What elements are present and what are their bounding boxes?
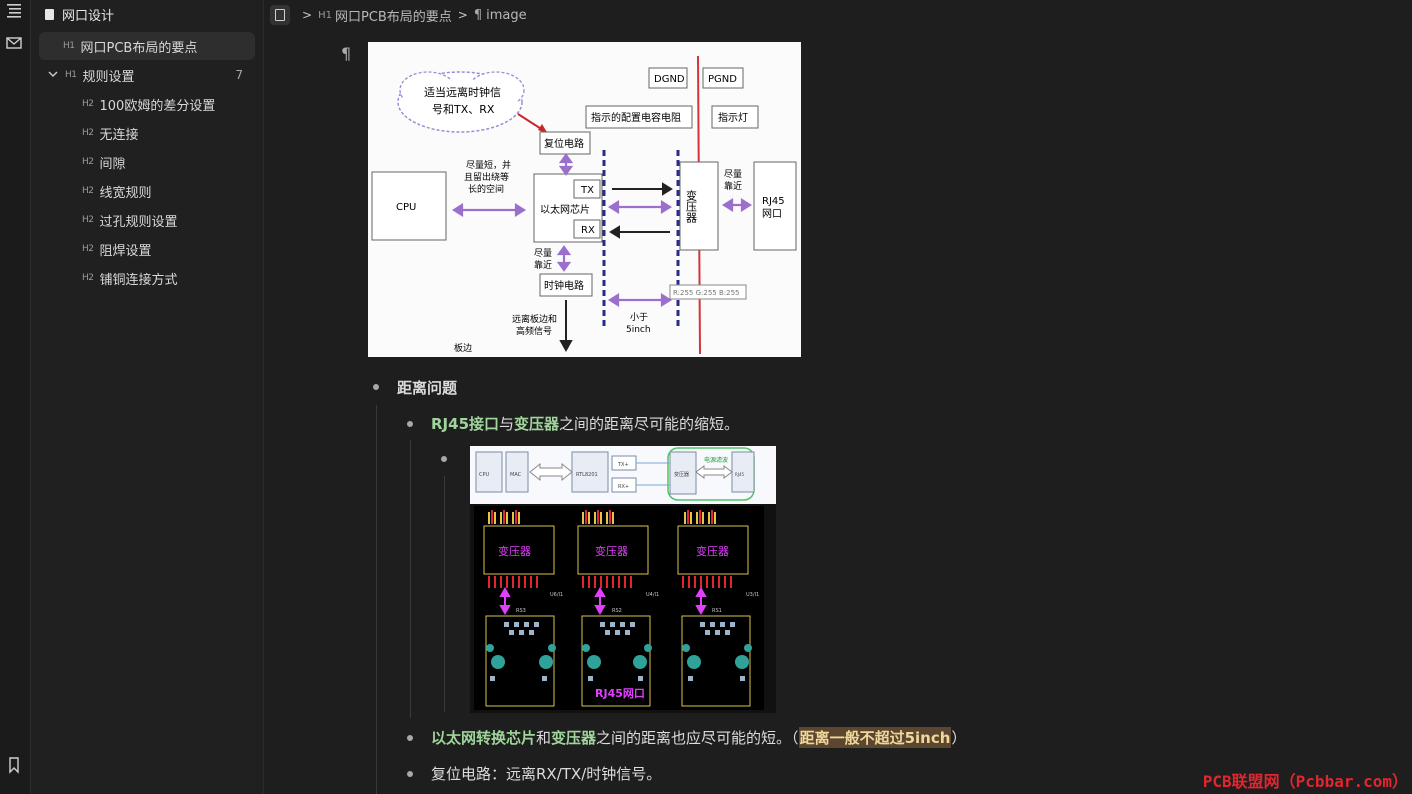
svg-text:时钟电路: 时钟电路	[544, 279, 584, 292]
chevron-right-icon: >	[457, 8, 468, 22]
svg-text:尽量: 尽量	[534, 248, 552, 259]
page-icon[interactable]	[270, 5, 290, 25]
svg-text:复位电路: 复位电路	[544, 137, 584, 150]
svg-text:小于: 小于	[630, 312, 648, 323]
chevron-right-icon: >	[302, 8, 313, 22]
outline-item-noconnect[interactable]: H2 无连接	[39, 119, 255, 147]
svg-text:RS1: RS1	[712, 608, 722, 614]
svg-text:RJ45: RJ45	[762, 196, 785, 207]
list-item: 复位电路：远离RX/TX/时钟信号。	[431, 765, 662, 783]
outline-item-clearance[interactable]: H2 间隙	[39, 148, 255, 176]
bookmark-icon[interactable]	[4, 755, 24, 775]
svg-text:RTL8201: RTL8201	[576, 472, 598, 478]
svg-text:号和TX、RX: 号和TX、RX	[432, 103, 495, 116]
chevron-down-icon[interactable]	[47, 68, 61, 83]
outline-item-via[interactable]: H2 过孔规则设置	[39, 206, 255, 234]
svg-text:5inch: 5inch	[626, 325, 651, 335]
svg-text:指示的配置电容电阻: 指示的配置电容电阻	[591, 111, 681, 124]
watermark: PCB联盟网（Pcbbar.com）	[1202, 772, 1408, 791]
svg-text:靠近: 靠近	[724, 180, 742, 192]
svg-text:RJ45网口: RJ45网口	[595, 687, 645, 700]
svg-text:TX+: TX+	[617, 462, 629, 468]
svg-text:远离板边和: 远离板边和	[512, 313, 557, 325]
svg-text:RX+: RX+	[618, 484, 629, 490]
breadcrumb-heading[interactable]: 网口PCB布局的要点	[335, 6, 452, 25]
bullet-dot	[373, 384, 379, 390]
svg-text:靠近: 靠近	[534, 259, 552, 271]
layout-diagram-image: 适当远离时钟信 号和TX、RX DGND PGND 指示的配置电容电阻 指示灯 …	[368, 42, 801, 357]
svg-text:RJ45: RJ45	[735, 472, 745, 477]
svg-text:U3/I1: U3/I1	[746, 592, 759, 598]
svg-text:电源滤波: 电源滤波	[704, 456, 728, 464]
list-item: RJ45接口 与 变压器 之间的距离尽可能的缩短。	[431, 415, 740, 433]
svg-text:U6/I1: U6/I1	[550, 592, 563, 598]
outline-doc-title[interactable]: 网口设计	[45, 4, 114, 24]
outline-item-rules[interactable]: H1 规则设置 7	[39, 61, 255, 89]
svg-text:DGND: DGND	[654, 74, 685, 85]
svg-text:PGND: PGND	[708, 74, 737, 85]
outline-item-diff[interactable]: H2 100欧姆的差分设置	[39, 90, 255, 118]
list-item: 距离问题	[397, 379, 458, 397]
bullet-dot	[407, 735, 413, 741]
svg-text:TX: TX	[580, 185, 594, 196]
svg-text:网口: 网口	[762, 208, 782, 220]
svg-text:变压器: 变压器	[696, 544, 729, 558]
list-guide	[444, 476, 445, 712]
bullet-dot	[407, 421, 413, 427]
svg-text:尽量: 尽量	[724, 169, 742, 180]
svg-text:板边: 板边	[454, 342, 472, 354]
bullet-dot	[441, 456, 447, 462]
bullet-dot	[407, 771, 413, 777]
svg-text:指示灯: 指示灯	[718, 111, 748, 124]
outline-count: 7	[235, 68, 243, 82]
svg-text:以太网芯片: 以太网芯片	[540, 203, 590, 216]
svg-text:长的空间: 长的空间	[468, 183, 504, 195]
outline-item-width[interactable]: H2 线宽规则	[39, 177, 255, 205]
breadcrumb: > H1 网口PCB布局的要点 > ¶ image	[270, 2, 527, 28]
svg-text:U4/I1: U4/I1	[646, 592, 659, 598]
outline-icon[interactable]	[4, 0, 24, 20]
svg-text:高频信号: 高频信号	[516, 325, 552, 337]
svg-text:变压器: 变压器	[674, 471, 689, 478]
pilcrow-icon: ¶	[473, 7, 483, 23]
svg-text:CPU: CPU	[396, 202, 416, 213]
list-item: 以太网转换芯片 和 变压器 之间的距离也应尽可能的短。（ 距离一般不超过5inc…	[431, 727, 967, 748]
document-icon	[45, 8, 54, 20]
pcb-layout-image: CPU MAC RTL8201 TX+ RX+ 变压器 电源滤波 RJ45 变压…	[470, 446, 776, 713]
svg-text:变压器: 变压器	[498, 544, 531, 558]
outline-item-mask[interactable]: H2 阻焊设置	[39, 235, 255, 263]
outline-item-layout[interactable]: H1 网口PCB布局的要点	[39, 32, 255, 60]
list-guide	[376, 405, 377, 794]
svg-text:MAC: MAC	[510, 472, 522, 478]
svg-text:适当远离时钟信: 适当远离时钟信	[424, 85, 501, 99]
breadcrumb-leaf[interactable]: image	[486, 8, 527, 23]
svg-text:RS3: RS3	[516, 608, 526, 614]
svg-text:变压器: 变压器	[685, 189, 698, 224]
outline-panel: 网口设计 H1 网口PCB布局的要点 H1 规则设置 7 H2 100欧姆的差分设…	[31, 0, 264, 794]
block-handle[interactable]: ¶	[341, 44, 351, 63]
svg-text:RS2: RS2	[612, 608, 622, 614]
list-guide	[410, 440, 411, 718]
svg-text:R:255 G:255 B:255: R:255 G:255 B:255	[673, 289, 739, 297]
activity-strip	[0, 0, 31, 794]
mail-icon[interactable]	[4, 33, 24, 53]
cloud-note: 适当远离时钟信 号和TX、RX	[397, 71, 525, 133]
outline-item-pour[interactable]: H2 铺铜连接方式	[39, 264, 255, 292]
svg-text:尽量短，并: 尽量短，并	[466, 159, 511, 171]
svg-text:CPU: CPU	[479, 472, 490, 478]
highlight: 距离一般不超过5inch	[798, 727, 952, 748]
svg-text:且留出绕等: 且留出绕等	[464, 171, 509, 183]
svg-text:RX: RX	[581, 225, 595, 236]
svg-text:变压器: 变压器	[595, 544, 628, 558]
